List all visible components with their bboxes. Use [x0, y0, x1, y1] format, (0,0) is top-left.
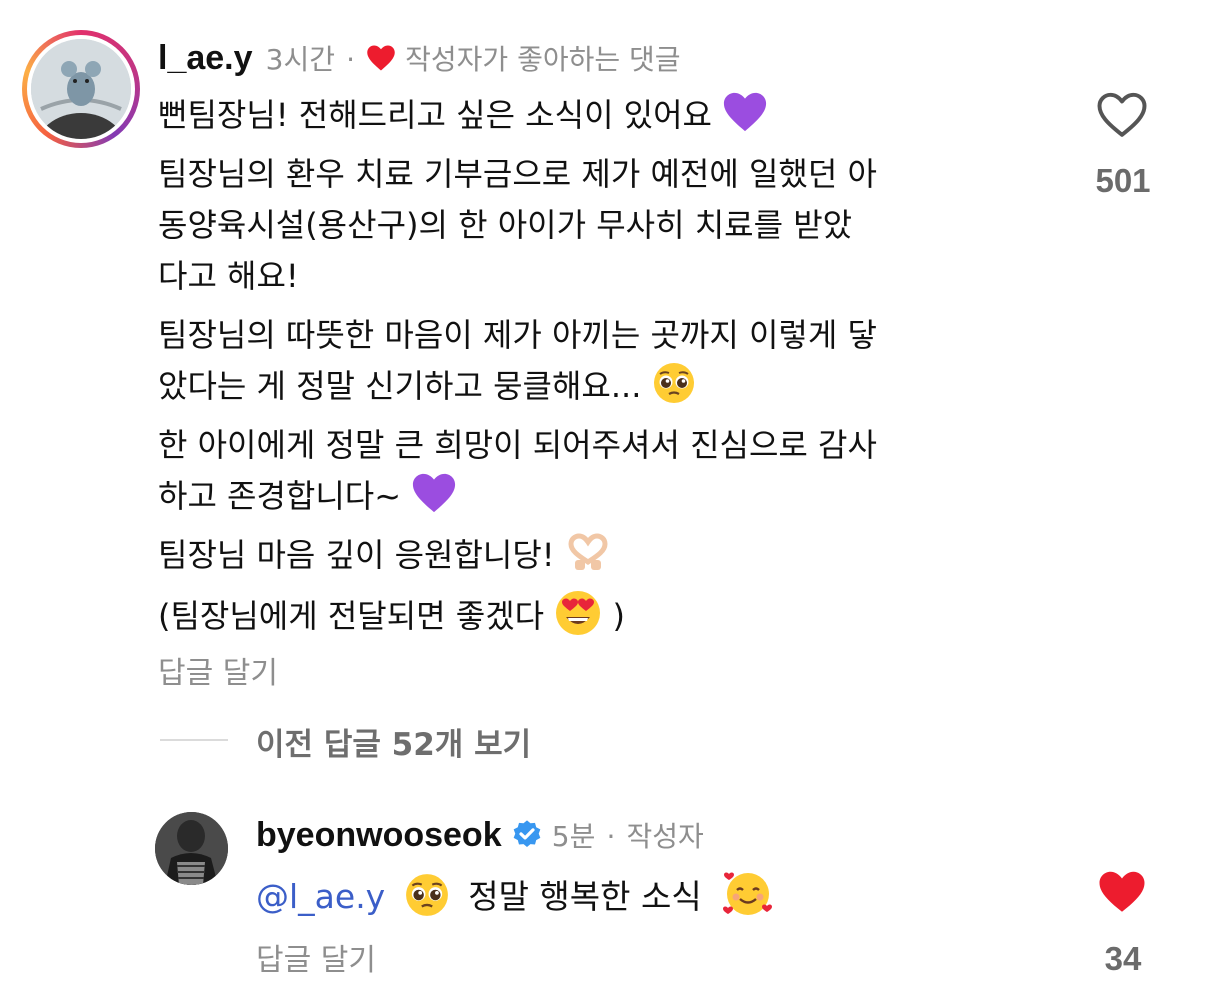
like-button[interactable] [1097, 869, 1147, 919]
comment-text: 정말 행복한 소식 [468, 877, 702, 916]
comment-text-line: 팀장님의 따뜻한 마음이 제가 아끼는 곳까지 이렇게 닿 [158, 316, 877, 354]
view-previous-replies-button[interactable]: 이전 답글 52개 보기 [256, 719, 531, 764]
comment-text-line: 았다는 게 정말 신기하고 뭉클해요... [158, 367, 642, 405]
verified-badge-icon [513, 820, 541, 847]
smiling-face-with-hearts-icon [723, 872, 773, 915]
comment-header: l_ae.y 3시간 · 작성자가 좋아하는 댓글 [158, 38, 681, 78]
like-heart-outline-icon [1097, 92, 1147, 137]
replies-divider-line [160, 739, 228, 741]
purple-heart-icon [413, 473, 456, 513]
avatar-story-ring[interactable] [22, 30, 140, 148]
like-count: 34 [1104, 940, 1142, 977]
liked-by-author-label: 작성자가 좋아하는 댓글 [405, 43, 681, 76]
purple-heart-icon [724, 92, 767, 132]
author-tag: 작성자 [626, 820, 704, 853]
reply-button[interactable]: 답글 달기 [158, 648, 278, 692]
comment-username[interactable]: byeonwooseok [256, 816, 502, 854]
comment-text-line: 뻔팀장님! 전해드리고 싶은 소식이 있어요 [158, 96, 712, 134]
liked-by-author-heart-icon [367, 45, 395, 71]
avatar [31, 39, 131, 139]
meta-separator: · [606, 820, 616, 853]
comment-text-line: 동양육시설(용산구)의 한 아이가 무사히 치료를 받았 [158, 206, 853, 244]
comment-header: byeonwooseok 5분 · 작성자 [256, 815, 704, 855]
comment-time: 3시간 [265, 43, 335, 76]
like-button[interactable] [1097, 92, 1147, 142]
comment-username[interactable]: l_ae.y [158, 39, 253, 77]
like-count: 501 [1095, 162, 1151, 199]
like-heart-filled-icon [1099, 871, 1145, 912]
reply-button[interactable]: 답글 달기 [256, 935, 376, 979]
heart-hands-icon [568, 533, 608, 570]
mention-link[interactable]: @l_ae.y [256, 877, 385, 916]
comment-text-line: (팀장님에게 전달되면 좋겠다 [158, 597, 545, 635]
comment-text-line: 팀장님 마음 깊이 응원합니당! [158, 536, 555, 574]
comment-text-line: 한 아이에게 정말 큰 희망이 되어주셔서 진심으로 감사 [158, 426, 877, 464]
comment-text-line: 팀장님의 환우 치료 기부금으로 제가 예전에 일했던 아 [158, 155, 877, 193]
comment-body: @l_ae.y 정말 행복한 소식 [256, 868, 774, 918]
comment-time: 5분 [551, 820, 596, 853]
comment-body: 뻔팀장님! 전해드리고 싶은 소식이 있어요 팀장님의 환우 치료 기부금으로 … [158, 90, 1038, 650]
meta-separator: · [346, 43, 355, 76]
pleading-face-icon [653, 363, 694, 403]
comment-text-line: 다고 해요! [158, 257, 299, 295]
heart-eyes-face-icon [556, 591, 601, 635]
comment-text-line: ) [612, 597, 625, 635]
avatar[interactable] [155, 812, 228, 885]
comment-text-line: 하고 존경합니다~ [158, 477, 402, 515]
pleading-face-icon [405, 874, 448, 916]
